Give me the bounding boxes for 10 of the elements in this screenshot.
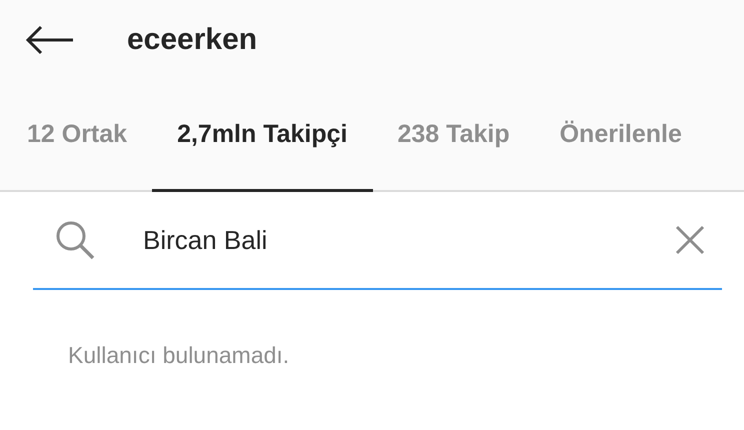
search-icon xyxy=(55,220,95,260)
tab[interactable]: 2,7mln Takipçi xyxy=(152,80,372,192)
search-field[interactable]: Bircan Bali xyxy=(143,224,675,256)
back-arrow-icon[interactable] xyxy=(25,25,75,55)
tab[interactable]: Önerilenle xyxy=(534,80,707,192)
empty-message: Kullanıcı bulunamadı. xyxy=(68,342,290,369)
tab[interactable]: 12 Ortak xyxy=(0,80,152,192)
tab[interactable]: 238 Takip xyxy=(372,80,535,192)
close-icon[interactable] xyxy=(675,225,705,255)
username-title: eceerken xyxy=(127,23,258,57)
